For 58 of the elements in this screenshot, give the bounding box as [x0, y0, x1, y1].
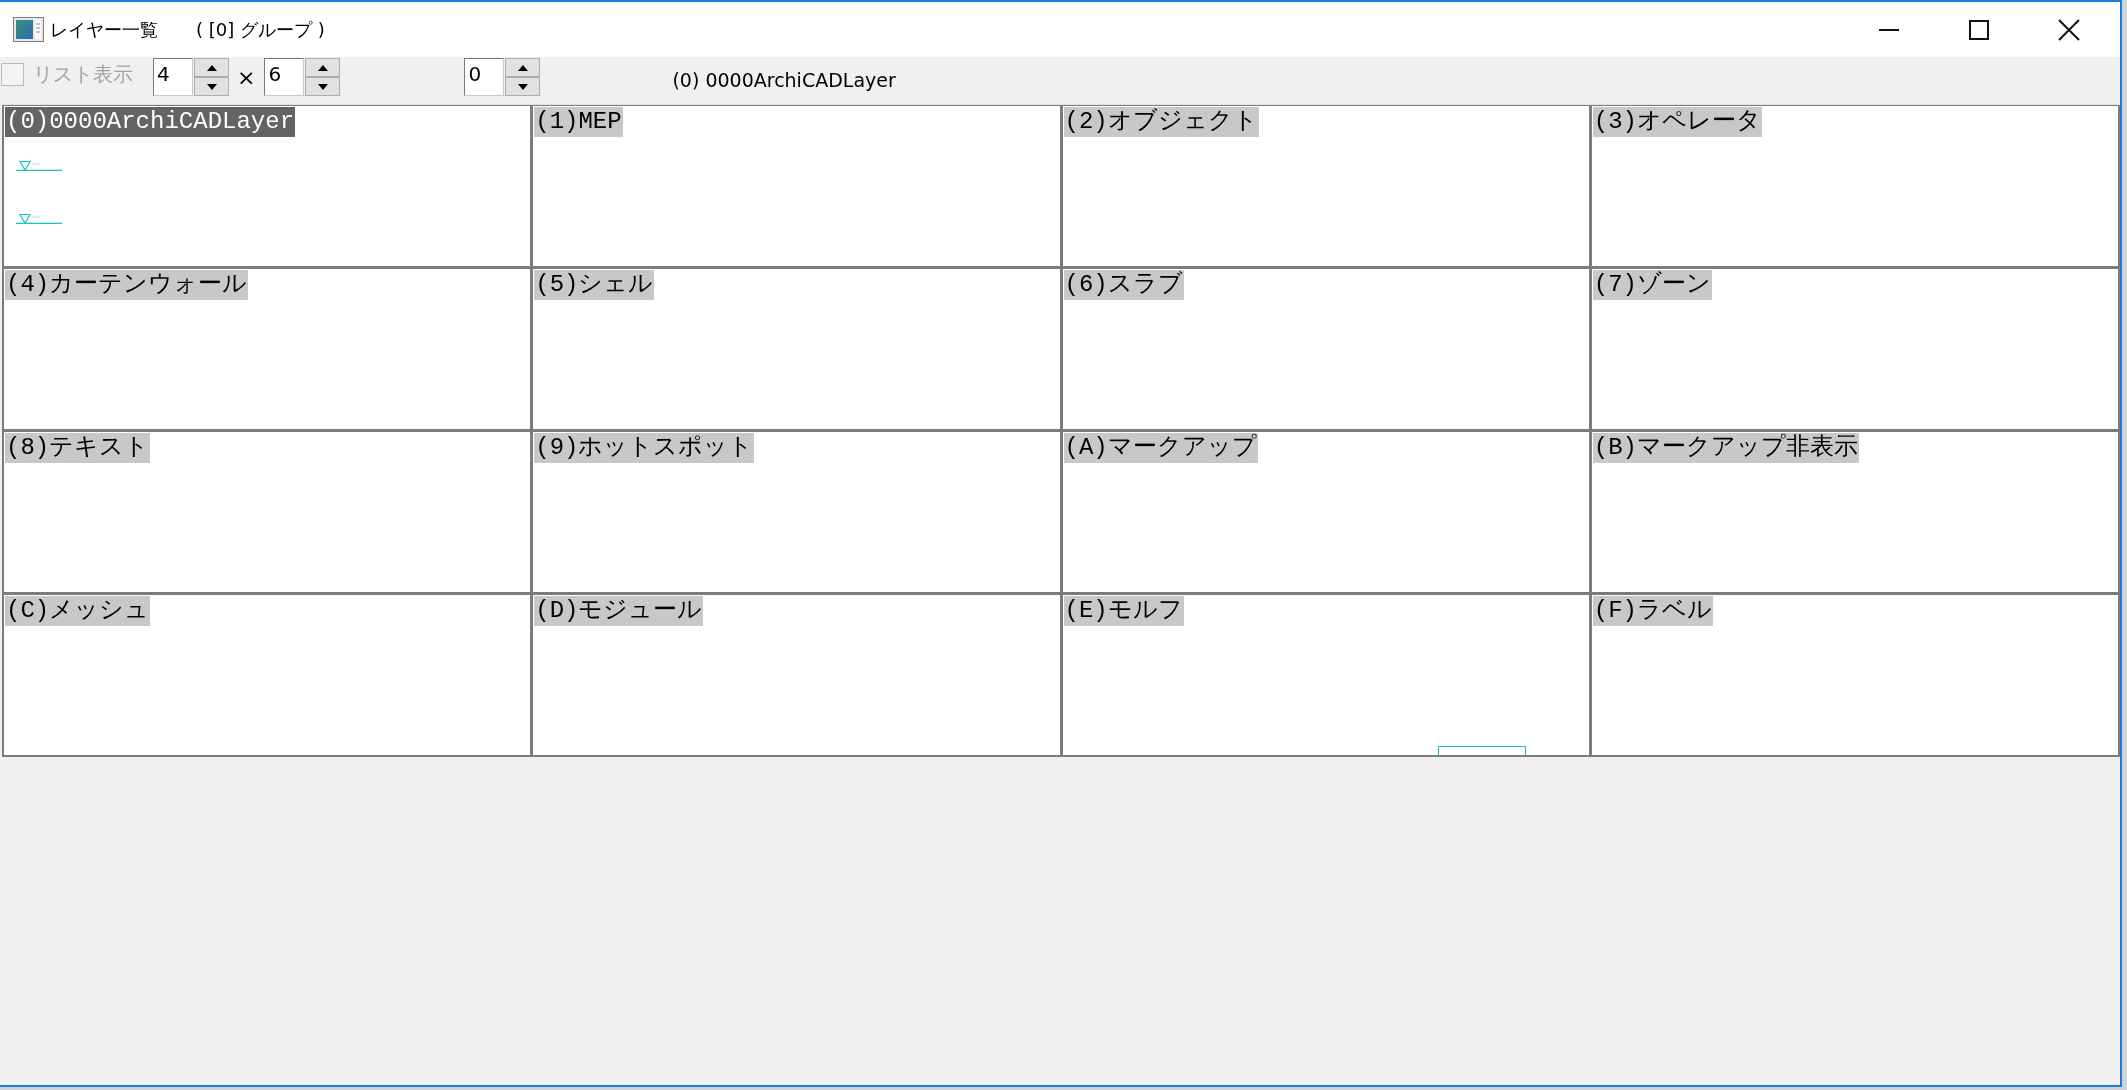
caret-up-icon [317, 64, 328, 71]
window-title: レイヤー一覧 [50, 17, 158, 42]
layer-name: (9)ホットスポット [534, 433, 755, 463]
layer-cell[interactable]: (C)メッシュ [4, 595, 531, 755]
app-icon [13, 17, 44, 42]
layer-cell[interactable]: (0)0000ArchiCADLayer [4, 106, 531, 266]
minimize-icon [1879, 28, 1899, 31]
layer-cell[interactable]: (F)ラベル [1591, 595, 2118, 755]
group-label: ( [0] グループ ) [196, 17, 325, 42]
layer-name: (1)MEP [534, 107, 623, 137]
layer-cell[interactable]: (8)テキスト [4, 432, 531, 592]
layer-name: (3)オペレータ [1592, 107, 1762, 137]
row-count-field[interactable]: 6 [264, 58, 305, 96]
layer-name: (A)マークアップ [1063, 433, 1258, 463]
layer-cell[interactable]: (1)MEP [533, 106, 1060, 266]
caret-up-icon [206, 64, 217, 71]
layer-name: (6)スラブ [1063, 270, 1184, 300]
column-count-field[interactable]: 4 [153, 58, 193, 96]
current-layer-label: (0) 0000ArchiCADLayer [672, 69, 896, 91]
layer-name: (4)カーテンウォール [5, 270, 249, 300]
layer-name: (7)ゾーン [1592, 270, 1712, 300]
layer-cell[interactable]: (A)マークアップ [1062, 432, 1589, 592]
layer-name: (2)オブジェクト [1063, 107, 1259, 137]
layer-cell[interactable]: (2)オブジェクト [1062, 106, 1589, 266]
layer-cell[interactable]: (5)シェル [533, 269, 1060, 429]
level-marker-icon [16, 161, 62, 171]
offset-field[interactable]: 0 [464, 58, 505, 96]
layer-name: (0)0000ArchiCADLayer [5, 107, 296, 137]
spin-up-button[interactable] [194, 58, 229, 77]
layer-cell[interactable]: (B)マークアップ非表示 [1591, 432, 2118, 592]
layer-name: (5)シェル [534, 270, 655, 300]
layer-cell[interactable]: (D)モジュール [533, 595, 1060, 755]
layer-cell[interactable]: (E)モルフ [1062, 595, 1589, 755]
caret-up-icon [517, 64, 528, 71]
spin-down-button[interactable] [194, 77, 229, 96]
layer-name: (8)テキスト [5, 433, 151, 463]
spin-up-button[interactable] [305, 58, 341, 77]
layer-name: (E)モルフ [1063, 596, 1184, 626]
caret-down-icon [317, 83, 328, 90]
layer-cell[interactable]: (3)オペレータ [1591, 106, 2118, 266]
layer-name: (D)モジュール [534, 596, 704, 626]
level-marker-icon [16, 214, 62, 224]
times-sign: × [237, 65, 256, 90]
layer-cell[interactable]: (7)ゾーン [1591, 269, 2118, 429]
layer-name: (C)メッシュ [5, 596, 151, 626]
spin-down-button[interactable] [305, 77, 341, 96]
list-view-label: リスト表示 [33, 61, 133, 88]
layer-name: (B)マークアップ非表示 [1592, 433, 1859, 463]
layer-cell[interactable]: (6)スラブ [1062, 269, 1589, 429]
caret-down-icon [206, 83, 217, 90]
layer-cell[interactable]: (9)ホットスポット [533, 432, 1060, 592]
spin-down-button[interactable] [505, 77, 541, 96]
caret-down-icon [517, 83, 528, 90]
layer-cell[interactable]: (4)カーテンウォール [4, 269, 531, 429]
maximize-icon [1969, 19, 1989, 40]
layer-name: (F)ラベル [1592, 596, 1713, 626]
close-icon [2058, 18, 2080, 41]
spin-up-button[interactable] [505, 58, 541, 77]
